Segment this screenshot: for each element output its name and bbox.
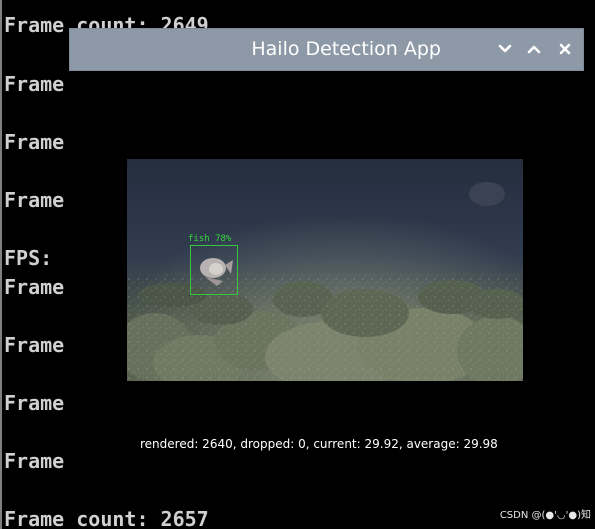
close-icon (559, 43, 571, 55)
close-button[interactable] (554, 38, 576, 60)
chevron-down-icon (498, 44, 512, 53)
detection-label: fish 78% (188, 234, 232, 244)
terminal-line: Frame (4, 391, 65, 415)
chevron-up-icon (527, 45, 541, 54)
terminal-line: FPS: (4, 246, 53, 270)
minimize-button[interactable] (494, 38, 516, 60)
underwater-scene (127, 159, 523, 381)
watermark-text: CSDN @(●'◡'●)知 (499, 510, 591, 521)
terminal-line: Frame (4, 130, 65, 154)
app-window-titlebar[interactable]: Hailo Detection App (69, 28, 584, 71)
detection-bounding-box (190, 245, 238, 295)
terminal-line: Frame (4, 275, 65, 299)
terminal-line: Frame (4, 449, 65, 473)
video-frame: fish 78% (127, 159, 523, 381)
maximize-button[interactable] (523, 38, 545, 60)
terminal-line: Frame count: 2657 (4, 507, 209, 529)
terminal-left-edge (0, 0, 2, 529)
terminal-line: Frame (4, 72, 65, 96)
window-title: Hailo Detection App (251, 38, 441, 60)
terminal-line: Frame (4, 188, 65, 212)
render-statistics: rendered: 2640, dropped: 0, current: 29.… (140, 437, 498, 451)
terminal-line: Frame (4, 333, 65, 357)
